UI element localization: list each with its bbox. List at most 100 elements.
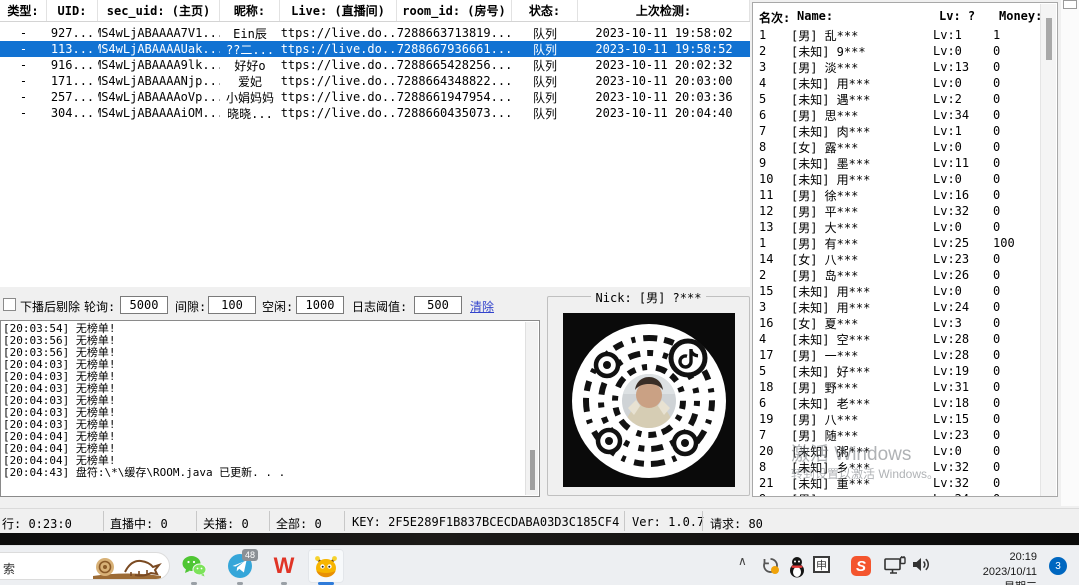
rank-row[interactable]: 16[女] 夏***Lv:30 bbox=[753, 315, 1041, 331]
control-row: 下播后剔除 轮询: 5000 间隙: 100 空闲: 1000 日志阈值: 50… bbox=[0, 294, 545, 316]
rank-row[interactable]: 7[未知] 肉***Lv:10 bbox=[753, 123, 1041, 139]
rank-row[interactable]: 9[男]Lv:240 bbox=[753, 491, 1041, 497]
table-row[interactable]: -113...MS4wLjABAAAAUak...??二...https://l… bbox=[0, 41, 750, 57]
table-row[interactable]: -304...MS4wLjABAAAAiOM...晓晓...https://li… bbox=[0, 105, 750, 121]
rank-row[interactable]: 14[女] 八***Lv:230 bbox=[753, 251, 1041, 267]
rank-cell-rank: 3 bbox=[753, 300, 791, 314]
log-threshold-label: 日志阈值: bbox=[352, 298, 407, 315]
rank-cell-name: [未知] 用*** bbox=[791, 171, 933, 188]
rank-cell-rank: 5 bbox=[753, 364, 791, 378]
table-cell: 7288661947954... bbox=[397, 90, 512, 104]
rank-row[interactable]: 2[未知] 9***Lv:00 bbox=[753, 43, 1041, 59]
sync-tray-icon[interactable] bbox=[761, 556, 780, 575]
rank-row[interactable]: 9[未知] 墨***Lv:110 bbox=[753, 155, 1041, 171]
rank-row[interactable]: 4[未知] 用***Lv:00 bbox=[753, 75, 1041, 91]
rank-cell-rank: 18 bbox=[753, 380, 791, 394]
tray-chevron-icon[interactable]: ∧ bbox=[738, 554, 747, 568]
table-cell: MS4wLjABAAAA7V1... bbox=[98, 26, 220, 40]
rank-row[interactable]: 13[男] 大***Lv:00 bbox=[753, 219, 1041, 235]
column-header-roomid[interactable]: room_id: (房号) bbox=[397, 0, 512, 21]
rank-row[interactable]: 12[男] 平***Lv:320 bbox=[753, 203, 1041, 219]
bee-app-icon[interactable] bbox=[312, 553, 340, 579]
rank-cell-rank: 2 bbox=[753, 44, 791, 58]
clock-date: 2023/10/11 星期三 bbox=[983, 565, 1037, 585]
table-cell: MS4wLjABAAAAiOM... bbox=[98, 106, 220, 120]
rank-row[interactable]: 21[未知] 重***Lv:320 bbox=[753, 475, 1041, 491]
table-row[interactable]: -171...MS4wLjABAAAANjp...爱妃https://live.… bbox=[0, 73, 750, 89]
rank-cell-money: 0 bbox=[993, 316, 1041, 330]
rank-row[interactable]: 15[未知] 用***Lv:00 bbox=[753, 283, 1041, 299]
column-header-type[interactable]: 类型: bbox=[0, 0, 47, 21]
rank-row[interactable]: 4[未知] 空***Lv:280 bbox=[753, 331, 1041, 347]
table-cell: MS4wLjABAAAAoVp... bbox=[98, 90, 220, 104]
rank-row[interactable]: 8[女] 露***Lv:00 bbox=[753, 139, 1041, 155]
rank-row[interactable]: 10[未知] 用***Lv:00 bbox=[753, 171, 1041, 187]
status-live-count: 直播中: 0 bbox=[110, 515, 168, 532]
wechat-icon[interactable] bbox=[180, 553, 208, 579]
rank-row[interactable]: 7[男] 随***Lv:230 bbox=[753, 427, 1041, 443]
gap-input[interactable]: 100 bbox=[208, 296, 256, 314]
rank-row[interactable]: 8[未知] 乡***Lv:320 bbox=[753, 459, 1041, 475]
column-header-live[interactable]: Live: (直播间) bbox=[280, 0, 397, 21]
rank-cell-money: 0 bbox=[993, 428, 1041, 442]
stream-table: 类型: UID: sec_uid: (主页) 昵称: Live: (直播间) r… bbox=[0, 0, 750, 287]
rank-panel-scrollbar[interactable] bbox=[1040, 4, 1056, 496]
rank-scrollbar-thumb[interactable] bbox=[1046, 18, 1052, 60]
column-header-secuid[interactable]: sec_uid: (主页) bbox=[98, 0, 220, 21]
poll-label: 轮询: bbox=[84, 298, 115, 315]
rank-cell-money: 0 bbox=[993, 492, 1041, 497]
qq-tray-icon[interactable] bbox=[787, 556, 807, 578]
taskbar-clock[interactable]: 20:19 2023/10/11 星期三 bbox=[983, 550, 1037, 585]
network-display-tray-icon[interactable] bbox=[883, 556, 907, 576]
rank-row[interactable]: 1[男] 有***Lv:25100 bbox=[753, 235, 1041, 251]
clear-log-link[interactable]: 清除 bbox=[470, 298, 494, 315]
column-header-uid[interactable]: UID: bbox=[47, 0, 98, 21]
log-scrollbar-thumb[interactable] bbox=[530, 450, 535, 490]
rank-cell-money: 0 bbox=[993, 60, 1041, 74]
idle-input[interactable]: 1000 bbox=[296, 296, 344, 314]
column-header-nick[interactable]: 昵称: bbox=[220, 0, 280, 21]
poll-input[interactable]: 5000 bbox=[120, 296, 168, 314]
table-cell: 927... bbox=[47, 26, 98, 40]
rank-row[interactable]: 5[未知] 好***Lv:190 bbox=[753, 363, 1041, 379]
rank-row[interactable]: 11[男] 徐***Lv:160 bbox=[753, 187, 1041, 203]
rank-cell-rank: 20 bbox=[753, 444, 791, 458]
table-cell: - bbox=[0, 106, 47, 120]
rank-row[interactable]: 1[男] 乱***Lv:11 bbox=[753, 27, 1041, 43]
rank-row[interactable]: 19[男] 八***Lv:150 bbox=[753, 411, 1041, 427]
table-row[interactable]: -257...MS4wLjABAAAAoVp...小娟妈妈https://liv… bbox=[0, 89, 750, 105]
rank-row[interactable]: 3[男] 淡***Lv:130 bbox=[753, 59, 1041, 75]
log-scrollbar[interactable] bbox=[525, 322, 538, 495]
column-header-status[interactable]: 状态: bbox=[512, 0, 578, 21]
status-request-count: 请求: 80 bbox=[710, 515, 763, 532]
status-offline-count: 关播: 0 bbox=[203, 515, 249, 532]
table-cell: 7288664348822... bbox=[397, 74, 512, 88]
dinosaur-art-icon[interactable] bbox=[91, 554, 163, 580]
table-row[interactable]: -927...MS4wLjABAAAA7V1...Ein辰https://liv… bbox=[0, 25, 750, 41]
table-row[interactable]: -916...MS4wLjABAAAA9lk...好好ohttps://live… bbox=[0, 57, 750, 73]
sogou-input-tray-icon[interactable]: S bbox=[851, 556, 871, 576]
volume-tray-icon[interactable] bbox=[911, 556, 931, 573]
taskbar-search-box[interactable]: 索 bbox=[0, 552, 170, 580]
table-cell: 小娟妈妈 bbox=[220, 89, 280, 106]
rank-row[interactable]: 17[男] 一***Lv:280 bbox=[753, 347, 1041, 363]
rank-row[interactable]: 18[男] 野***Lv:310 bbox=[753, 379, 1041, 395]
column-header-lastcheck[interactable]: 上次检测: bbox=[578, 0, 750, 21]
log-threshold-input[interactable]: 500 bbox=[414, 296, 462, 314]
rank-row[interactable]: 5[未知] 遇***Lv:20 bbox=[753, 91, 1041, 107]
notification-count-badge[interactable]: 3 bbox=[1049, 557, 1067, 575]
rank-row[interactable]: 2[男] 岛***Lv:260 bbox=[753, 267, 1041, 283]
rank-cell-rank: 9 bbox=[753, 156, 791, 170]
chinese-app-tray-icon[interactable]: 申 bbox=[813, 556, 830, 573]
rank-row[interactable]: 20[未知] 粥***Lv:00 bbox=[753, 443, 1041, 459]
rank-cell-name: [男] 有*** bbox=[791, 235, 933, 252]
wps-icon[interactable]: W bbox=[270, 553, 298, 579]
rank-cell-name: [未知] 重*** bbox=[791, 475, 933, 492]
table-cell: 2023-10-11 19:58:52 bbox=[578, 42, 750, 56]
rank-row[interactable]: 3[未知] 用***Lv:240 bbox=[753, 299, 1041, 315]
log-box[interactable]: [20:03:54] 无榜单![20:03:56] 无榜单![20:03:56]… bbox=[0, 320, 540, 497]
rank-row[interactable]: 6[未知] 老***Lv:180 bbox=[753, 395, 1041, 411]
rank-row[interactable]: 6[男] 思***Lv:340 bbox=[753, 107, 1041, 123]
remove-after-offline-checkbox[interactable] bbox=[3, 298, 16, 311]
status-version: Ver: 1.0.7 bbox=[632, 515, 704, 529]
